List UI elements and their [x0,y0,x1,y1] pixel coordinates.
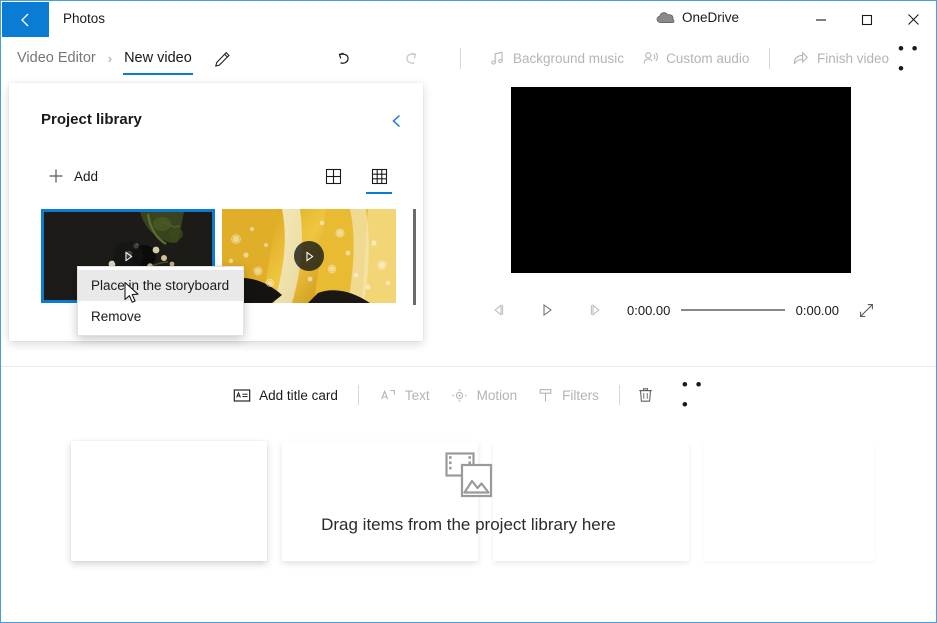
storyboard-divider-1 [357,385,359,405]
breadcrumb-separator: › [107,50,113,66]
maximize-icon [861,14,873,25]
custom-audio-button[interactable]: Custom audio [633,43,758,73]
chevron-left-icon [392,114,401,128]
finish-video-label: Finish video [817,50,890,66]
context-menu-item-remove[interactable]: Remove [78,301,243,332]
filters-label: Filters [562,387,599,403]
library-scrollbar[interactable] [409,209,421,319]
storyboard-more-button[interactable]: • • • [682,375,714,414]
app-title: Photos [63,11,106,26]
fullscreen-icon [859,303,873,317]
onedrive-cloud-icon [656,12,675,23]
minimize-icon [816,18,826,21]
redo-button[interactable] [397,45,425,73]
maximize-button[interactable] [844,1,890,38]
person-audio-icon [643,51,658,64]
play-icon [305,250,313,262]
close-icon [907,14,919,25]
command-bar: Video Editor › New video Background musi… [1,39,936,78]
breadcrumb-new-video[interactable]: New video [120,50,196,75]
play-button[interactable] [529,296,565,324]
close-button[interactable] [890,1,936,38]
title-card-icon [233,388,251,402]
toolbar-divider-2 [769,48,770,69]
text-label: Text [404,387,430,403]
play-icon [124,250,132,262]
view-large-button[interactable] [319,161,347,191]
library-item-1[interactable] [222,209,396,303]
trash-icon [639,388,653,402]
title-bar: Photos OneDrive [1,1,936,39]
media-placeholder-icon [444,452,492,498]
previous-frame-button[interactable] [481,296,517,324]
pencil-icon [214,51,230,67]
undo-icon [338,52,349,64]
motion-button[interactable]: Motion [440,380,528,410]
text-icon [380,389,395,399]
storyboard-toolbar: Add title card Text Motion Filters • • • [1,375,936,414]
add-media-label: Add [74,168,99,184]
dropzone-content: Drag items from the project library here [1,451,936,535]
filters-button[interactable]: Filters [527,380,609,410]
playback-controls: 0:00.00 0:00.00 [481,295,881,325]
add-media-button[interactable]: Add [47,161,98,191]
breadcrumb-video-editor[interactable]: Video Editor [13,50,100,66]
grid-large-icon [325,168,341,184]
context-menu-item-place-in-storyboard[interactable]: Place in the storyboard [78,270,243,301]
undo-button[interactable] [329,45,357,73]
add-title-card-button[interactable]: Add title card [223,380,348,410]
previous-frame-icon [494,304,504,316]
delete-button[interactable] [630,380,662,410]
media-tools-group: Background music Custom audio [480,39,758,77]
motion-icon [451,388,467,402]
background-music-label: Background music [513,50,625,66]
back-button[interactable] [2,2,49,37]
add-title-card-label: Add title card [259,387,338,403]
plus-icon [49,169,63,183]
background-music-button[interactable]: Background music [480,43,633,73]
share-export-icon [793,50,808,64]
video-preview[interactable] [511,87,851,273]
context-menu: Place in the storyboard Remove [77,266,244,336]
library-scrollbar-thumb[interactable] [413,209,416,305]
project-library-title: Project library [41,111,142,128]
text-button[interactable]: Text [369,380,440,410]
play-icon [543,303,552,317]
next-frame-button[interactable] [577,296,613,324]
onedrive-label: OneDrive [682,10,740,25]
thumbnail-play-button[interactable] [294,241,324,271]
finish-group: Finish video [783,39,898,77]
breadcrumb: Video Editor › New video [13,39,196,77]
fullscreen-button[interactable] [851,296,881,324]
current-time: 0:00.00 [627,302,671,318]
grid-small-icon [371,168,387,184]
onedrive-status[interactable]: OneDrive [656,10,739,25]
filters-icon [539,388,552,401]
redo-icon [405,52,416,64]
window-controls [798,1,936,38]
view-small-button[interactable] [365,161,393,194]
minimize-button[interactable] [798,1,844,38]
total-time: 0:00.00 [795,302,839,318]
seek-bar[interactable] [681,309,785,311]
storyboard-dropzone[interactable]: Drag items from the project library here [1,441,936,591]
photos-video-editor-window: Photos OneDrive Video Editor › New video… [0,0,937,623]
storyboard-divider [1,366,936,367]
rename-project-button[interactable] [209,46,235,72]
next-frame-icon [590,304,600,316]
collapse-library-button[interactable] [383,107,411,135]
finish-video-button[interactable]: Finish video [783,43,898,73]
storyboard-divider-2 [618,385,620,405]
custom-audio-label: Custom audio [666,50,750,66]
music-note-icon [491,51,503,65]
back-arrow-icon [20,13,28,26]
toolbar-divider-1 [460,48,461,69]
more-options-button[interactable]: • • • [898,39,928,78]
dropzone-label: Drag items from the project library here [321,515,616,534]
motion-label: Motion [476,387,518,403]
view-toggle-group [319,161,393,194]
